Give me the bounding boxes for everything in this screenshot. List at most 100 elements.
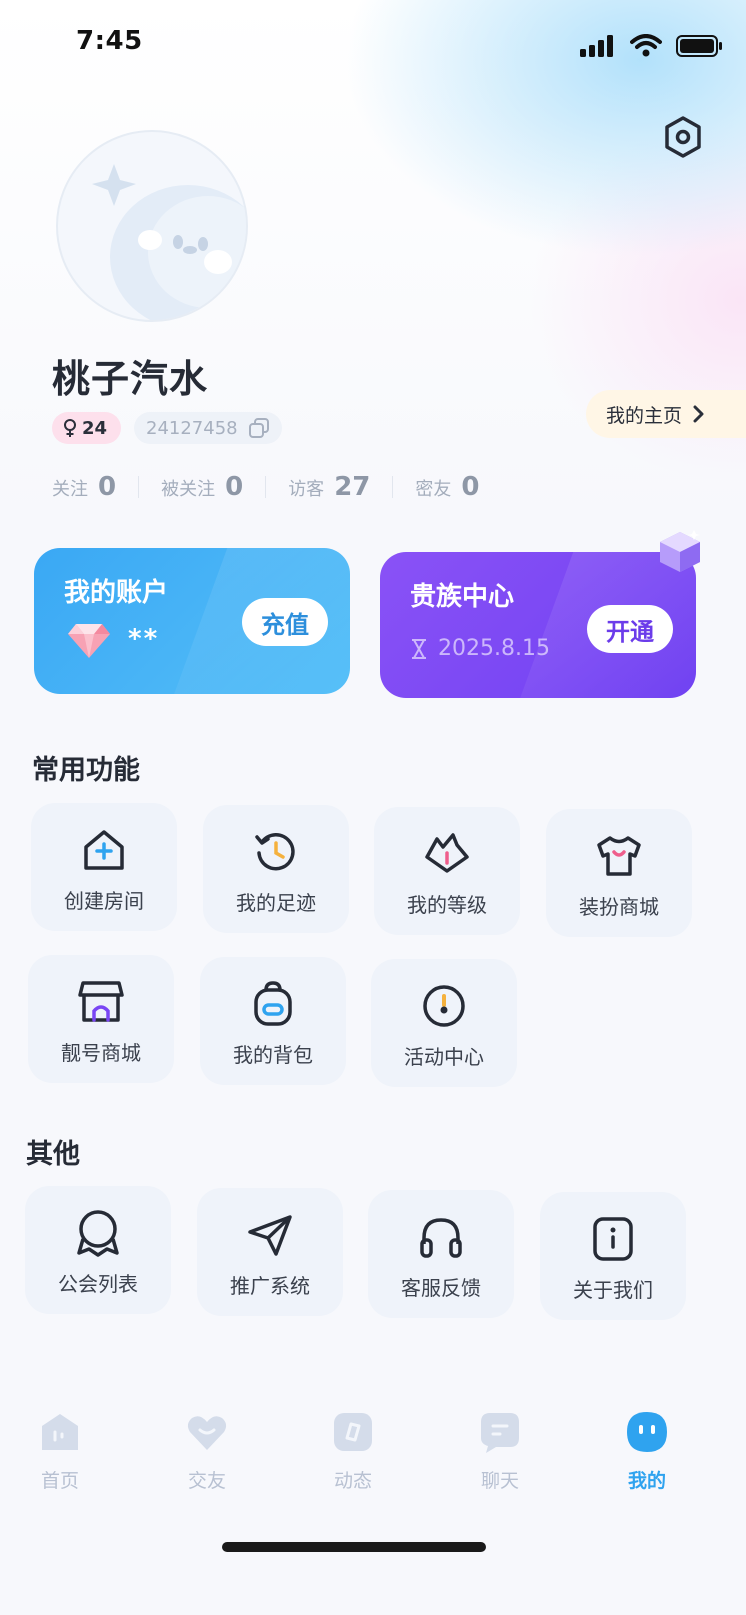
customer-service-button[interactable]: 客服反馈 <box>368 1190 514 1318</box>
tile-label: 我的等级 <box>407 893 487 917</box>
activity-center-button[interactable]: 活动中心 <box>371 959 517 1087</box>
my-homepage-button[interactable]: 我的主页 <box>586 390 746 438</box>
hourglass-icon <box>412 638 426 659</box>
chevron-right-icon <box>693 405 704 423</box>
tile-label: 我的背包 <box>233 1043 313 1067</box>
tile-label: 装扮商城 <box>579 895 659 919</box>
moments-tab-icon <box>334 1413 372 1451</box>
status-bar: 7:45 <box>0 0 746 90</box>
tile-label: 创建房间 <box>64 889 144 913</box>
about-us-button[interactable]: 关于我们 <box>540 1192 686 1320</box>
recharge-button[interactable]: 充值 <box>242 598 328 646</box>
me-tab-icon <box>627 1412 667 1452</box>
heart-tab-icon <box>187 1416 227 1450</box>
battery-icon <box>676 35 722 57</box>
stat-label: 关注 <box>52 479 88 500</box>
headphones-icon <box>416 1212 466 1262</box>
stat-value: 0 <box>98 472 117 502</box>
home-indicator[interactable] <box>222 1542 486 1552</box>
copy-icon[interactable] <box>248 417 270 439</box>
divider <box>265 476 267 498</box>
tile-label: 关于我们 <box>573 1278 653 1302</box>
home-tab-icon <box>42 1414 78 1450</box>
stats-row: 关注 0 被关注 0 访客 27 密友 0 <box>52 472 479 502</box>
divider <box>138 476 140 498</box>
tab-chat[interactable]: 聊天 <box>455 1410 545 1493</box>
tile-label: 推广系统 <box>230 1274 310 1298</box>
account-card-title: 我的账户 <box>64 578 169 608</box>
guild-icon <box>73 1208 123 1258</box>
level-badge-icon <box>422 829 472 879</box>
create-room-button[interactable]: 创建房间 <box>31 803 177 931</box>
my-backpack-button[interactable]: 我的背包 <box>200 957 346 1085</box>
other-section-title: 其他 <box>26 1139 80 1170</box>
my-account-card[interactable]: 我的账户 ** 充值 <box>34 548 350 694</box>
chat-tab-icon <box>481 1413 519 1453</box>
bottom-tab-bar: 首页 交友 动态 聊天 我的 <box>0 1410 746 1530</box>
cellular-signal-icon <box>580 35 613 57</box>
wifi-icon <box>630 34 662 57</box>
settings-button[interactable] <box>660 114 706 160</box>
my-homepage-label: 我的主页 <box>606 404 683 427</box>
dress-up-shop-button[interactable]: 装扮商城 <box>546 809 692 937</box>
promotion-system-button[interactable]: 推广系统 <box>197 1188 343 1316</box>
stat-following[interactable]: 关注 0 <box>52 472 116 502</box>
paper-plane-icon <box>245 1210 295 1260</box>
stat-label: 被关注 <box>161 479 216 500</box>
divider <box>392 476 394 498</box>
noble-expiry: 2025.8.15 <box>410 636 550 661</box>
stat-value: 0 <box>225 472 244 502</box>
expiry-date: 2025.8.15 <box>438 636 550 661</box>
noble-center-card[interactable]: 贵族中心 2025.8.15 开通 <box>380 552 696 698</box>
tile-label: 活动中心 <box>404 1045 484 1069</box>
compass-icon <box>419 981 469 1031</box>
tab-label: 首页 <box>40 1470 79 1492</box>
user-id-value: 24127458 <box>146 417 238 439</box>
activate-button[interactable]: 开通 <box>587 605 673 653</box>
backpack-icon <box>248 979 298 1029</box>
tile-label: 公会列表 <box>58 1272 138 1296</box>
tab-make-friends[interactable]: 交友 <box>162 1410 252 1493</box>
tab-label: 我的 <box>627 1470 666 1492</box>
status-icons <box>580 34 724 58</box>
stat-value: 27 <box>334 472 371 502</box>
tab-moments[interactable]: 动态 <box>308 1410 398 1493</box>
noble-cube-icon <box>660 530 700 572</box>
stat-visitors[interactable]: 访客 27 <box>288 472 370 502</box>
account-balance: ** <box>128 624 160 654</box>
user-id-chip[interactable]: 24127458 <box>134 412 282 444</box>
tshirt-icon <box>594 831 644 881</box>
avatar[interactable] <box>56 130 248 322</box>
gender-age-badge: 24 <box>52 412 122 444</box>
stat-value: 0 <box>461 472 480 502</box>
tab-label: 聊天 <box>480 1470 519 1492</box>
stat-followers[interactable]: 被关注 0 <box>161 472 243 502</box>
tab-home[interactable]: 首页 <box>15 1410 105 1493</box>
age-value: 24 <box>82 417 108 439</box>
settings-hexagon-icon <box>665 116 701 158</box>
guild-list-button[interactable]: 公会列表 <box>25 1186 171 1314</box>
diamond-icon <box>68 624 110 658</box>
tab-me[interactable]: 我的 <box>602 1410 692 1493</box>
history-clock-icon <box>251 827 301 877</box>
my-footprints-button[interactable]: 我的足迹 <box>203 805 349 933</box>
house-plus-icon <box>79 825 129 875</box>
common-functions-title: 常用功能 <box>32 755 140 786</box>
shop-icon <box>76 977 126 1027</box>
tile-label: 靓号商城 <box>61 1041 141 1065</box>
tab-label: 交友 <box>187 1470 226 1492</box>
username: 桃子汽水 <box>52 357 209 401</box>
female-icon <box>64 419 76 437</box>
vanity-id-shop-button[interactable]: 靓号商城 <box>28 955 174 1083</box>
noble-card-title: 贵族中心 <box>410 582 515 612</box>
my-level-button[interactable]: 我的等级 <box>374 807 520 935</box>
tab-label: 动态 <box>333 1470 372 1492</box>
status-time: 7:45 <box>76 26 143 56</box>
info-icon <box>588 1214 638 1264</box>
stat-close-friends[interactable]: 密友 0 <box>415 472 479 502</box>
default-avatar-mascot-icon <box>92 164 246 320</box>
stat-label: 访客 <box>288 479 325 500</box>
tile-label: 客服反馈 <box>401 1276 481 1300</box>
tile-label: 我的足迹 <box>236 891 316 915</box>
stat-label: 密友 <box>415 479 452 500</box>
